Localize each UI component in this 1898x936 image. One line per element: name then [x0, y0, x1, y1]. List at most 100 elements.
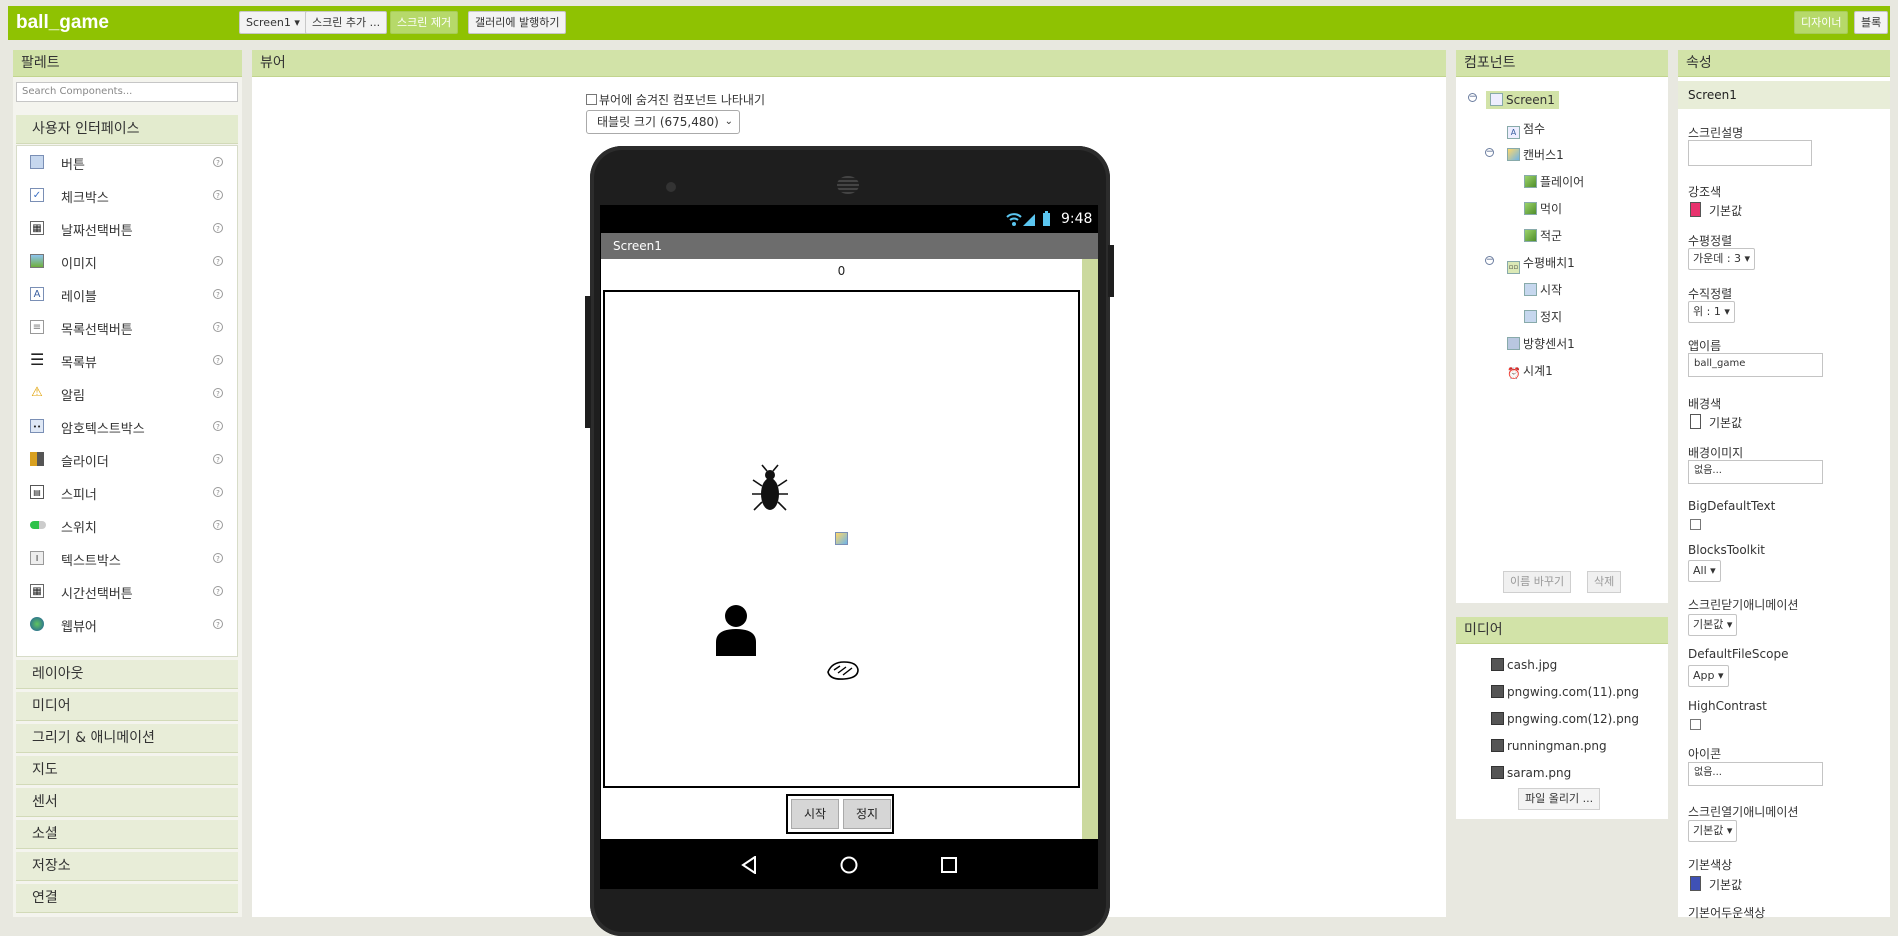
help-icon[interactable]: ? [213, 289, 223, 299]
vertical-align-select[interactable]: 위 : 1 ▾ [1688, 301, 1735, 323]
help-icon[interactable]: ? [213, 553, 223, 563]
category-drawing-animation[interactable]: 그리기 & 애니메이션 [16, 724, 238, 753]
category-connectivity[interactable]: 연결 [16, 884, 238, 913]
home-icon[interactable] [840, 856, 858, 874]
palette-item-webviewer[interactable]: 웹뷰어 ? [17, 608, 237, 641]
palette-item-switch[interactable]: 스위치 ? [17, 509, 237, 542]
remove-screen-button[interactable]: 스크린 제거 [390, 11, 459, 34]
media-file[interactable]: runningman.png [1491, 739, 1607, 753]
palette-item-timepicker[interactable]: ▦ 시간선택버튼 ? [17, 575, 237, 608]
designer-button[interactable]: 디자이너 [1794, 11, 1849, 34]
bg-color-value[interactable]: 기본값 [1709, 414, 1742, 431]
category-sensors[interactable]: 센서 [16, 788, 238, 817]
media-file[interactable]: pngwing.com(12).png [1491, 712, 1639, 726]
help-icon[interactable]: ? [213, 190, 223, 200]
device-size-select[interactable]: 태블릿 크기 (675,480) ⌄ [586, 110, 740, 134]
tree-item-canvas1[interactable]: 캔버스1 [1507, 146, 1564, 163]
bg-image-picker[interactable]: 없음... [1688, 460, 1823, 484]
screen-desc-textarea[interactable] [1688, 140, 1812, 166]
accent-color-value[interactable]: 기본값 [1709, 202, 1742, 219]
tree-item-clock1[interactable]: ⏰ 시계1 [1507, 362, 1553, 381]
help-icon[interactable]: ? [213, 619, 223, 629]
stop-button[interactable]: 정지 [843, 799, 891, 829]
publish-gallery-button[interactable]: 갤러리에 발행하기 [468, 11, 567, 34]
tree-item-enemy[interactable]: 적군 [1524, 227, 1562, 244]
tree-item-score-label[interactable]: A 점수 [1507, 120, 1545, 139]
recents-icon[interactable] [941, 857, 957, 873]
palette-item-image[interactable]: 이미지 ? [17, 245, 237, 278]
help-icon[interactable]: ? [213, 355, 223, 365]
upload-file-button[interactable]: 파일 올리기 ... [1518, 788, 1601, 810]
media-file[interactable]: saram.png [1491, 766, 1571, 780]
palette-item-textbox[interactable]: I 텍스트박스 ? [17, 542, 237, 575]
show-hidden-checkbox[interactable] [586, 94, 597, 105]
help-icon[interactable]: ? [213, 256, 223, 266]
tree-item-start[interactable]: 시작 [1524, 281, 1562, 298]
collapse-icon[interactable]: − [1485, 256, 1494, 265]
tree-item-horizontal-arrangement1[interactable]: ▫▫ 수평배치1 [1507, 254, 1575, 274]
palette-item-spinner[interactable]: ▤ 스피너 ? [17, 476, 237, 509]
palette-item-notifier[interactable]: ⚠ 알림 ? [17, 377, 237, 410]
big-default-text-checkbox[interactable] [1690, 519, 1701, 530]
search-input[interactable]: Search Components... [16, 82, 238, 102]
blocks-toolkit-select[interactable]: All ▾ [1688, 560, 1721, 582]
palette-item-slider[interactable]: 슬라이더 ? [17, 443, 237, 476]
rename-button[interactable]: 이름 바꾸기 [1503, 571, 1572, 593]
high-contrast-checkbox[interactable] [1690, 719, 1701, 730]
tree-item-food[interactable]: 먹이 [1524, 200, 1562, 217]
media-file[interactable]: pngwing.com(11).png [1491, 685, 1639, 699]
close-animation-select[interactable]: 기본값 ▾ [1688, 614, 1738, 636]
media-file[interactable]: cash.jpg [1491, 658, 1557, 672]
help-icon[interactable]: ? [213, 157, 223, 167]
player-person-sprite[interactable] [715, 604, 757, 656]
help-icon[interactable]: ? [213, 520, 223, 530]
tree-item-screen1[interactable]: Screen1 [1486, 91, 1559, 109]
open-animation-select[interactable]: 기본값 ▾ [1688, 820, 1738, 842]
palette-item-listview[interactable]: ☰ 목록뷰 ? [17, 344, 237, 377]
accent-color-swatch[interactable] [1690, 202, 1701, 217]
icon-picker[interactable]: 없음... [1688, 762, 1823, 786]
category-maps[interactable]: 지도 [16, 756, 238, 785]
category-layout[interactable]: 레이아웃 [16, 660, 238, 689]
palette-item-checkbox[interactable]: ✓ 체크박스 ? [17, 179, 237, 212]
horizontal-align-select[interactable]: 가운데 : 3 ▾ [1688, 248, 1756, 270]
food-image-sprite[interactable] [835, 532, 848, 545]
blocks-button[interactable]: 블록 [1854, 11, 1889, 34]
enemy-bug-sprite[interactable] [750, 464, 790, 516]
primary-color-value[interactable]: 기본값 [1709, 876, 1742, 893]
palette-item-button[interactable]: 버튼 ? [17, 146, 237, 179]
show-hidden-option[interactable]: 뷰어에 숨겨진 컴포넌트 나타내기 [586, 91, 765, 108]
screen-select[interactable]: Screen1 ▾ [239, 11, 307, 34]
help-icon[interactable]: ? [213, 421, 223, 431]
tree-item-player[interactable]: 플레이어 [1524, 173, 1584, 190]
start-button[interactable]: 시작 [791, 799, 839, 829]
palette-item-datepicker[interactable]: ▦ 날짜선택버튼 ? [17, 212, 237, 245]
food-sprite[interactable] [826, 658, 860, 682]
palette-item-passwordbox[interactable]: •• 암호텍스트박스 ? [17, 410, 237, 443]
back-icon[interactable] [741, 856, 757, 874]
app-name-input[interactable]: ball_game [1688, 353, 1823, 377]
help-icon[interactable]: ? [213, 322, 223, 332]
tree-item-stop[interactable]: 정지 [1524, 308, 1562, 325]
collapse-icon[interactable]: − [1485, 148, 1494, 157]
palette-item-label[interactable]: A 레이블 ? [17, 278, 237, 311]
tree-item-orientation-sensor1[interactable]: 방향센서1 [1507, 335, 1575, 352]
category-storage[interactable]: 저장소 [16, 852, 238, 881]
category-user-interface[interactable]: 사용자 인터페이스 [16, 115, 238, 144]
category-social[interactable]: 소셜 [16, 820, 238, 849]
add-screen-button[interactable]: 스크린 추가 ... [305, 11, 388, 34]
canvas[interactable] [603, 290, 1080, 788]
help-icon[interactable]: ? [213, 388, 223, 398]
bg-color-swatch[interactable] [1690, 414, 1701, 429]
help-icon[interactable]: ? [213, 454, 223, 464]
default-file-scope-select[interactable]: App ▾ [1688, 665, 1729, 687]
help-icon[interactable]: ? [213, 586, 223, 596]
score-label[interactable]: 0 [601, 264, 1082, 278]
palette-item-listpicker[interactable]: ≡ 목록선택버튼 ? [17, 311, 237, 344]
delete-button[interactable]: 삭제 [1587, 571, 1622, 593]
help-icon[interactable]: ? [213, 223, 223, 233]
help-icon[interactable]: ? [213, 487, 223, 497]
category-media[interactable]: 미디어 [16, 692, 238, 721]
collapse-icon[interactable]: − [1468, 93, 1477, 102]
primary-color-swatch[interactable] [1690, 876, 1701, 891]
